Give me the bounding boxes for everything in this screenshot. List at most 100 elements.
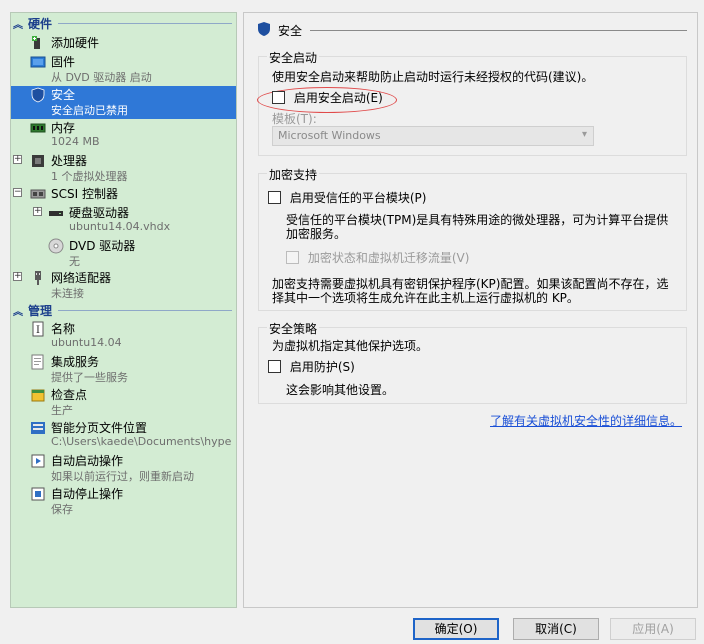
- network-adapter-icon: [30, 270, 46, 286]
- scsi-controller-icon: [30, 186, 46, 202]
- collapse-icon[interactable]: −: [13, 188, 22, 197]
- management-section-header[interactable]: ︽ 管理: [11, 302, 236, 319]
- sidebar-item-integration-services[interactable]: 集成服务 提供了一些服务: [11, 353, 236, 386]
- template-label: 模板(T):: [272, 112, 317, 126]
- sidebar-item-smart-paging[interactable]: 智能分页文件位置 C:\Users\kaede\Documents\hyper.…: [11, 419, 236, 452]
- hardware-header-label: 硬件: [28, 17, 53, 31]
- group-label: 加密支持: [267, 166, 320, 183]
- smart-paging-icon: [30, 420, 46, 436]
- expand-icon[interactable]: +: [13, 272, 22, 281]
- sidebar-item-label: 网络适配器: [51, 271, 112, 285]
- sidebar-item-firmware[interactable]: 固件 从 DVD 驱动器 启动: [11, 53, 236, 86]
- page-header: 安全: [256, 21, 687, 39]
- checkbox-icon[interactable]: [286, 251, 299, 264]
- checkbox-label: 启用受信任的平台模块(P): [289, 191, 427, 205]
- secure-boot-description: 使用安全启动来帮助防止启动时运行未经授权的代码(建议)。: [272, 70, 594, 84]
- enable-tpm-checkbox[interactable]: 启用受信任的平台模块(P): [268, 189, 426, 206]
- name-icon: I: [30, 321, 46, 337]
- shield-icon: [30, 87, 46, 103]
- template-select-value: Microsoft Windows: [278, 129, 381, 142]
- checkbox-label: 启用防护(S): [289, 360, 355, 374]
- processor-icon: [30, 153, 46, 169]
- collapse-icon[interactable]: ︽: [11, 303, 25, 318]
- sidebar-item-dvd-drive[interactable]: DVD 驱动器 无: [11, 237, 236, 270]
- tpm-description-line2: 加密服务。: [286, 227, 347, 241]
- page-title: 安全: [278, 23, 303, 38]
- sidebar-item-network-adapter[interactable]: + 网络适配器 未连接: [11, 269, 236, 302]
- management-header-label: 管理: [28, 304, 53, 318]
- sidebar-item-label: 硬盘驱动器: [69, 206, 130, 220]
- hardware-section-header[interactable]: ︽ 硬件: [11, 15, 236, 32]
- sidebar-item-label: 自动启动操作: [51, 454, 124, 468]
- dvd-drive-icon: [48, 238, 64, 254]
- expand-icon[interactable]: +: [33, 207, 42, 216]
- sidebar-item-label: SCSI 控制器: [51, 187, 118, 201]
- auto-stop-icon: [30, 486, 46, 502]
- sidebar-item-label: 处理器: [51, 154, 88, 168]
- enable-shielding-checkbox[interactable]: 启用防护(S): [268, 358, 355, 375]
- divider: [310, 29, 687, 31]
- sidebar-item-sublabel: 安全启动已禁用: [51, 104, 128, 117]
- sidebar-item-label: 名称: [51, 322, 76, 336]
- sidebar-item-auto-stop[interactable]: 自动停止操作 保存: [11, 485, 236, 518]
- settings-sidebar: ︽ 硬件 添加硬件 固件 从 DVD 驱动器 启动 安全 安全启动已禁用 内存 …: [10, 12, 237, 608]
- sidebar-item-label: 添加硬件: [51, 36, 100, 50]
- security-settings-panel: 安全 安全启动 使用安全启动来帮助防止启动时运行未经授权的代码(建议)。 启用安…: [243, 12, 698, 608]
- checkbox-icon[interactable]: [268, 360, 281, 373]
- sidebar-item-sublabel: 如果以前运行过，则重新启动: [51, 470, 194, 483]
- kp-description-line2: 择其中一个选项将生成允许在此主机上运行虚拟机的 KP。: [272, 291, 579, 305]
- sidebar-item-sublabel: 1024 MB: [51, 135, 100, 148]
- sidebar-item-checkpoints[interactable]: 检查点 生产: [11, 386, 236, 419]
- sidebar-item-label: 智能分页文件位置: [51, 421, 148, 435]
- sidebar-item-sublabel: C:\Users\kaede\Documents\hyper...: [51, 435, 231, 448]
- sidebar-item-hard-drive[interactable]: + 硬盘驱动器 ubuntu14.04.vhdx: [11, 204, 236, 237]
- sidebar-item-label: 检查点: [51, 388, 88, 402]
- sidebar-item-name[interactable]: I 名称 ubuntu14.04: [11, 320, 236, 353]
- shielding-description: 这会影响其他设置。: [286, 383, 395, 397]
- sidebar-item-sublabel: ubuntu14.04.vhdx: [69, 220, 171, 233]
- encrypt-state-checkbox[interactable]: 加密状态和虚拟机迁移流量(V): [286, 249, 469, 266]
- sidebar-item-memory[interactable]: 内存 1024 MB: [11, 119, 236, 152]
- sidebar-item-sublabel: ubuntu14.04: [51, 336, 122, 349]
- cancel-button[interactable]: 取消(C): [513, 618, 599, 640]
- sidebar-item-processor[interactable]: + 处理器 1 个虚拟处理器: [11, 152, 236, 185]
- sidebar-item-label: 自动停止操作: [51, 487, 124, 501]
- sidebar-item-sublabel: 提供了一些服务: [51, 371, 128, 384]
- memory-icon: [30, 120, 46, 136]
- checkbox-label: 启用安全启动(E): [293, 91, 383, 105]
- ok-button[interactable]: 确定(O): [413, 618, 499, 640]
- template-select[interactable]: Microsoft Windows ▾: [272, 126, 594, 146]
- shield-icon: [256, 21, 272, 40]
- checkbox-icon[interactable]: [272, 91, 285, 104]
- sidebar-item-sublabel: 1 个虚拟处理器: [51, 170, 128, 183]
- expand-icon[interactable]: +: [13, 155, 22, 164]
- security-policy-description: 为虚拟机指定其他保护选项。: [272, 339, 429, 353]
- sidebar-item-sublabel: 无: [69, 255, 80, 268]
- sidebar-item-sublabel: 保存: [51, 503, 73, 516]
- sidebar-item-label: 内存: [51, 121, 76, 135]
- sidebar-item-label: 集成服务: [51, 355, 100, 369]
- sidebar-item-sublabel: 生产: [51, 404, 73, 417]
- sidebar-item-label: 固件: [51, 55, 76, 69]
- checkbox-icon[interactable]: [268, 191, 281, 204]
- add-hardware-icon: [30, 35, 46, 51]
- group-label: 安全启动: [267, 49, 320, 66]
- apply-button[interactable]: 应用(A): [610, 618, 696, 640]
- hard-drive-icon: [48, 205, 64, 221]
- firmware-icon: [30, 54, 46, 70]
- sidebar-item-sublabel: 从 DVD 驱动器 启动: [51, 71, 152, 84]
- svg-text:I: I: [36, 325, 40, 336]
- checkbox-label: 加密状态和虚拟机迁移流量(V): [307, 251, 470, 265]
- collapse-icon[interactable]: ︽: [11, 16, 25, 31]
- learn-more-link[interactable]: 了解有关虚拟机安全性的详细信息。: [490, 412, 682, 429]
- auto-start-icon: [30, 453, 46, 469]
- enable-secure-boot-checkbox[interactable]: 启用安全启动(E): [272, 89, 383, 106]
- divider: [58, 310, 232, 311]
- sidebar-item-label: DVD 驱动器: [69, 239, 136, 253]
- sidebar-item-security[interactable]: 安全 安全启动已禁用: [11, 86, 236, 119]
- sidebar-item-sublabel: 未连接: [51, 287, 84, 300]
- integration-services-icon: [30, 354, 46, 370]
- chevron-down-icon: ▾: [581, 129, 587, 140]
- sidebar-item-auto-start[interactable]: 自动启动操作 如果以前运行过，则重新启动: [11, 452, 236, 485]
- sidebar-item-label: 安全: [51, 88, 76, 102]
